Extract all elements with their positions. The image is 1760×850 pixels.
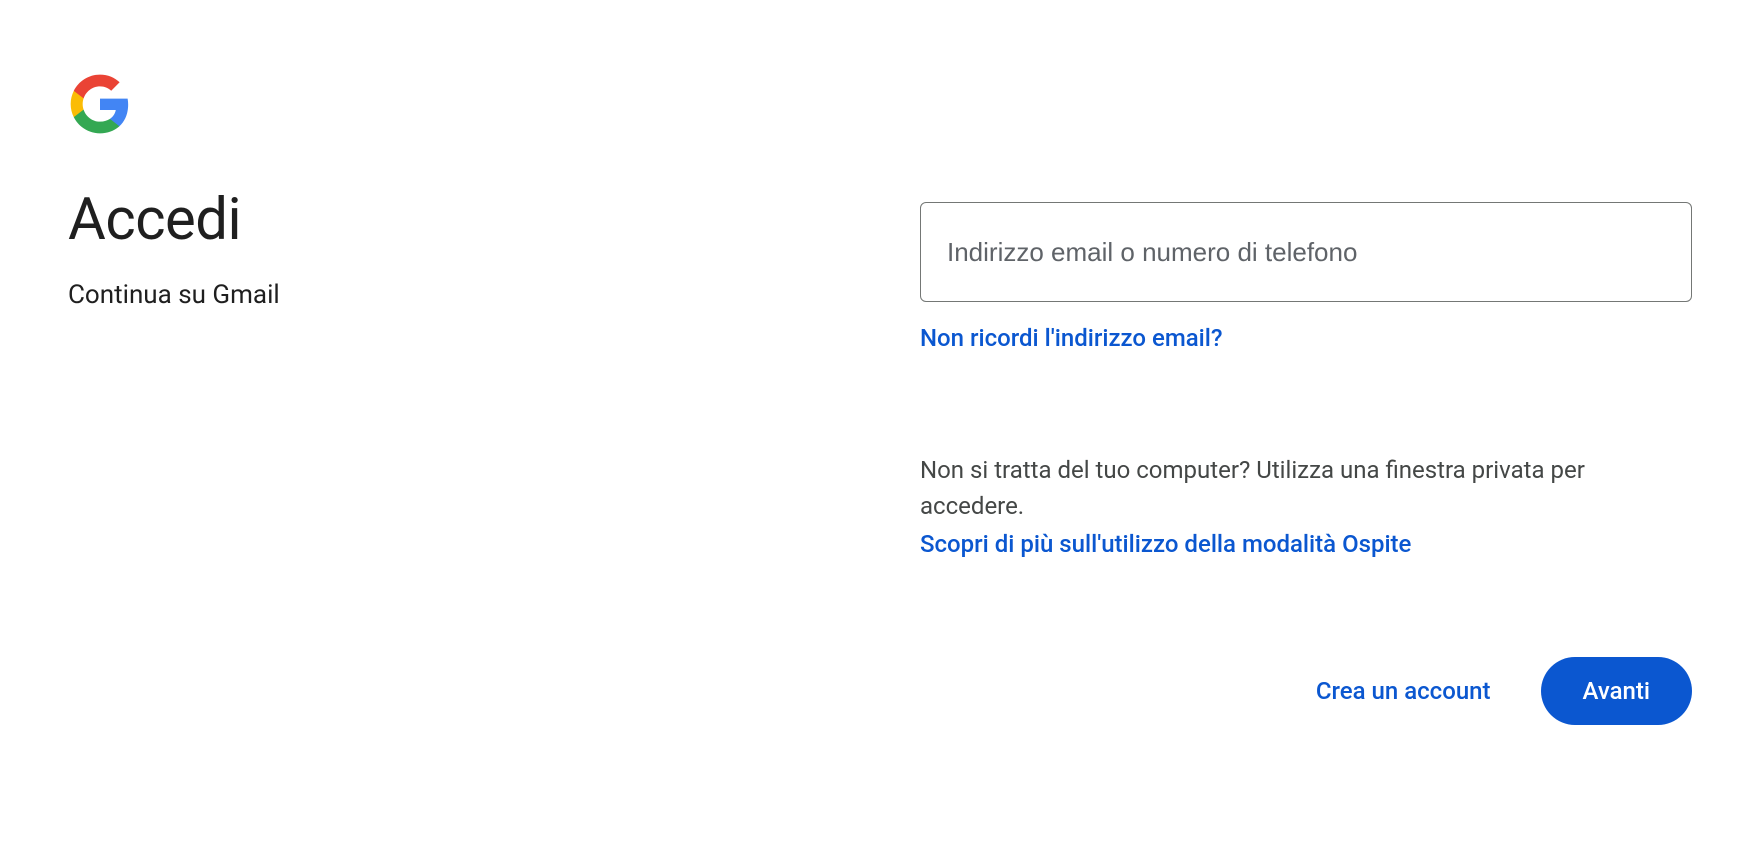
next-button[interactable]: Avanti xyxy=(1541,657,1692,725)
email-field[interactable] xyxy=(920,202,1692,302)
guest-mode-link[interactable]: Scopri di più sull'utilizzo della modali… xyxy=(920,526,1411,562)
page-title: Accedi xyxy=(68,186,840,254)
forgot-email-link[interactable]: Non ricordi l'indirizzo email? xyxy=(920,324,1692,352)
google-logo-icon xyxy=(68,72,132,136)
page-subtitle: Continua su Gmail xyxy=(68,280,840,310)
guest-mode-text: Non si tratta del tuo computer? Utilizza… xyxy=(920,456,1585,520)
create-account-button[interactable]: Crea un account xyxy=(1316,677,1491,705)
